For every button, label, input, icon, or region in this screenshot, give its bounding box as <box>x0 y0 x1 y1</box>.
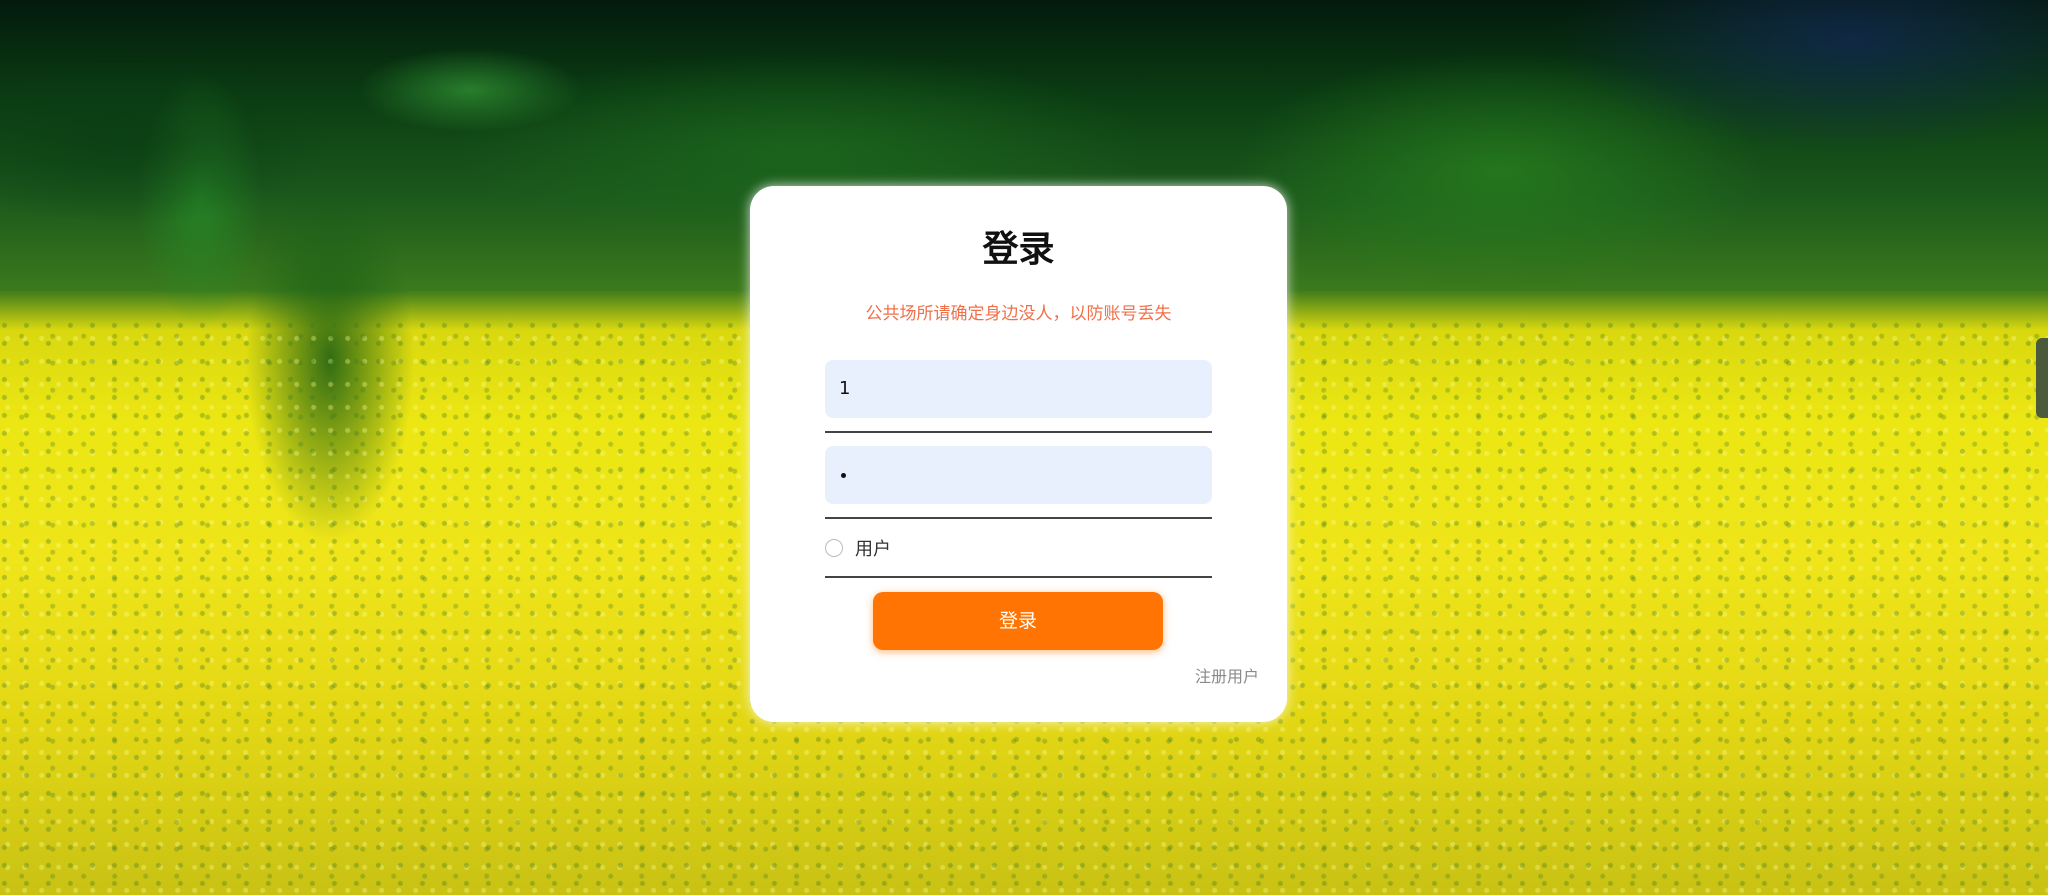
username-underline <box>825 431 1212 433</box>
side-handle[interactable] <box>2036 338 2048 418</box>
login-title: 登录 <box>982 229 1055 270</box>
password-underline <box>825 517 1212 519</box>
register-link[interactable]: 注册用户 <box>1195 663 1259 687</box>
login-card: 登录 公共场所请确定身边没人，以防账号丢失 1 用户 登录 注册用户 <box>750 186 1287 722</box>
role-underline <box>825 576 1212 578</box>
password-input[interactable] <box>825 446 1212 504</box>
login-button[interactable]: 登录 <box>873 592 1163 650</box>
security-notice: 公共场所请确定身边没人，以防账号丢失 <box>865 304 1172 324</box>
role-label: 用户 <box>855 539 891 560</box>
username-value: 1 <box>839 378 851 399</box>
role-radio[interactable] <box>825 539 843 557</box>
password-mask-dot <box>841 472 846 478</box>
username-input[interactable]: 1 <box>825 360 1212 418</box>
role-option-user[interactable]: 用户 <box>825 534 891 562</box>
